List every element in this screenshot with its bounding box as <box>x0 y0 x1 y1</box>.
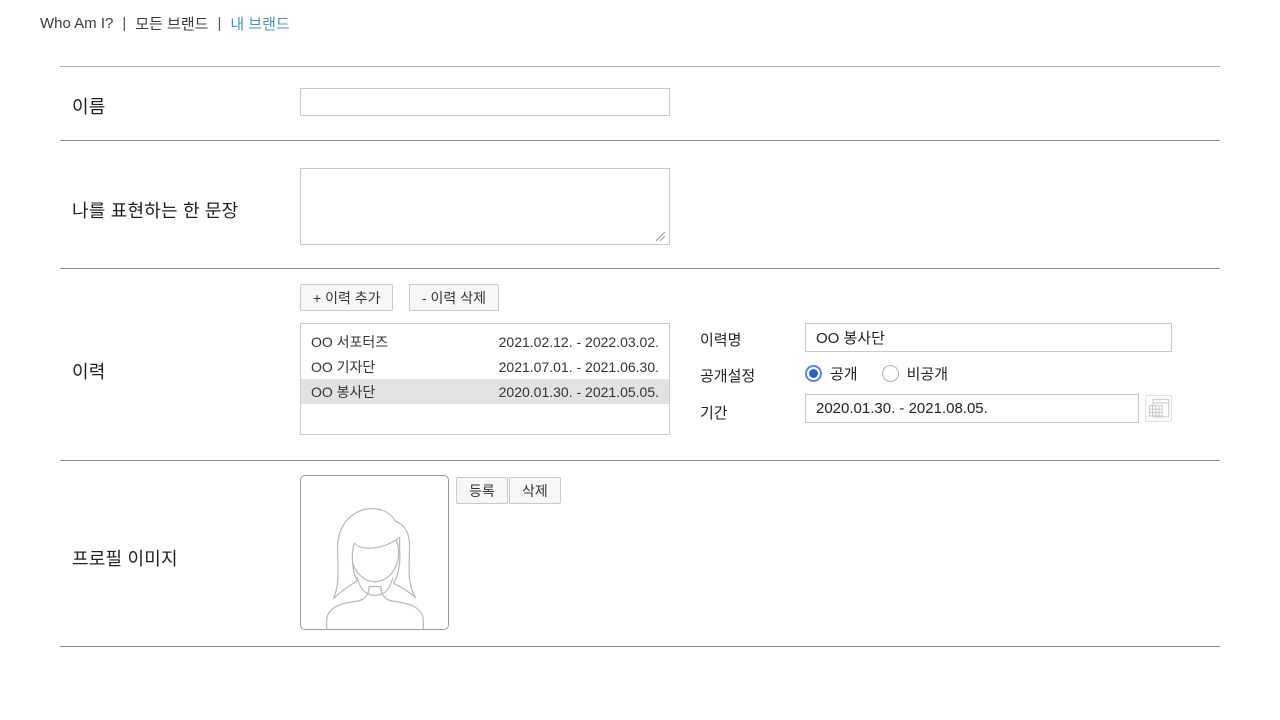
visibility-radio-group: 공개 비공개 <box>805 363 948 384</box>
period-input[interactable] <box>805 394 1139 423</box>
history-add-button[interactable]: + 이력 추가 <box>300 284 394 311</box>
nav-item-who-am-i[interactable]: Who Am I? <box>40 15 113 32</box>
divider <box>60 66 1220 67</box>
sentence-textarea[interactable] <box>300 168 670 245</box>
period-label: 기간 <box>700 405 728 422</box>
name-label: 이름 <box>72 97 106 117</box>
who-am-i-page: Who Am I? | 모든 브랜드 | 내 브랜드 이름 나를 표현하는 한 … <box>0 0 1280 720</box>
history-item-name: OO 기자단 <box>311 358 376 375</box>
image-register-button[interactable]: 등록 <box>456 477 508 504</box>
radio-public-label[interactable]: 공개 <box>830 363 858 384</box>
calendar-icon <box>1148 398 1169 417</box>
nav-separator: | <box>122 15 127 32</box>
divider <box>60 268 1220 269</box>
divider <box>60 460 1220 461</box>
history-list-item[interactable]: OO 서포터즈 2021.02.12. - 2022.03.02. <box>301 329 669 354</box>
nav-item-all-brands[interactable]: 모든 브랜드 <box>135 13 208 34</box>
history-delete-button[interactable]: - 이력 삭제 <box>409 284 499 311</box>
profile-image-label: 프로필 이미지 <box>72 549 178 569</box>
radio-private[interactable] <box>881 365 899 382</box>
profile-image-preview <box>300 475 449 630</box>
history-item-period: 2021.02.12. - 2022.03.02. <box>498 333 659 350</box>
history-item-name: OO 서포터즈 <box>311 333 389 350</box>
history-item-period: 2020.01.30. - 2021.05.05. <box>498 383 659 400</box>
radio-private-label[interactable]: 비공개 <box>907 363 948 384</box>
sentence-label: 나를 표현하는 한 문장 <box>72 201 239 221</box>
history-name-input[interactable] <box>805 323 1172 352</box>
history-item-period: 2021.07.01. - 2021.06.30. <box>498 358 659 375</box>
name-input[interactable] <box>300 88 670 116</box>
visibility-label: 공개설정 <box>700 368 756 385</box>
history-list: OO 서포터즈 2021.02.12. - 2022.03.02. OO 기자단… <box>300 323 670 435</box>
history-name-label: 이력명 <box>700 332 742 349</box>
nav-item-my-brand[interactable]: 내 브랜드 <box>230 13 289 34</box>
divider <box>60 140 1220 141</box>
history-list-item[interactable]: OO 봉사단 2020.01.30. - 2021.05.05. <box>301 379 669 404</box>
nav-separator: | <box>217 15 222 32</box>
history-label: 이력 <box>72 362 106 382</box>
history-list-item[interactable]: OO 기자단 2021.07.01. - 2021.06.30. <box>301 354 669 379</box>
history-item-name: OO 봉사단 <box>311 383 376 400</box>
divider <box>60 646 1220 647</box>
breadcrumb: Who Am I? | 모든 브랜드 | 내 브랜드 <box>40 13 290 34</box>
resize-grip-icon[interactable] <box>655 231 666 242</box>
radio-public[interactable] <box>805 365 822 382</box>
image-delete-button[interactable]: 삭제 <box>509 477 561 504</box>
person-icon <box>326 508 424 629</box>
calendar-button[interactable] <box>1145 395 1172 422</box>
